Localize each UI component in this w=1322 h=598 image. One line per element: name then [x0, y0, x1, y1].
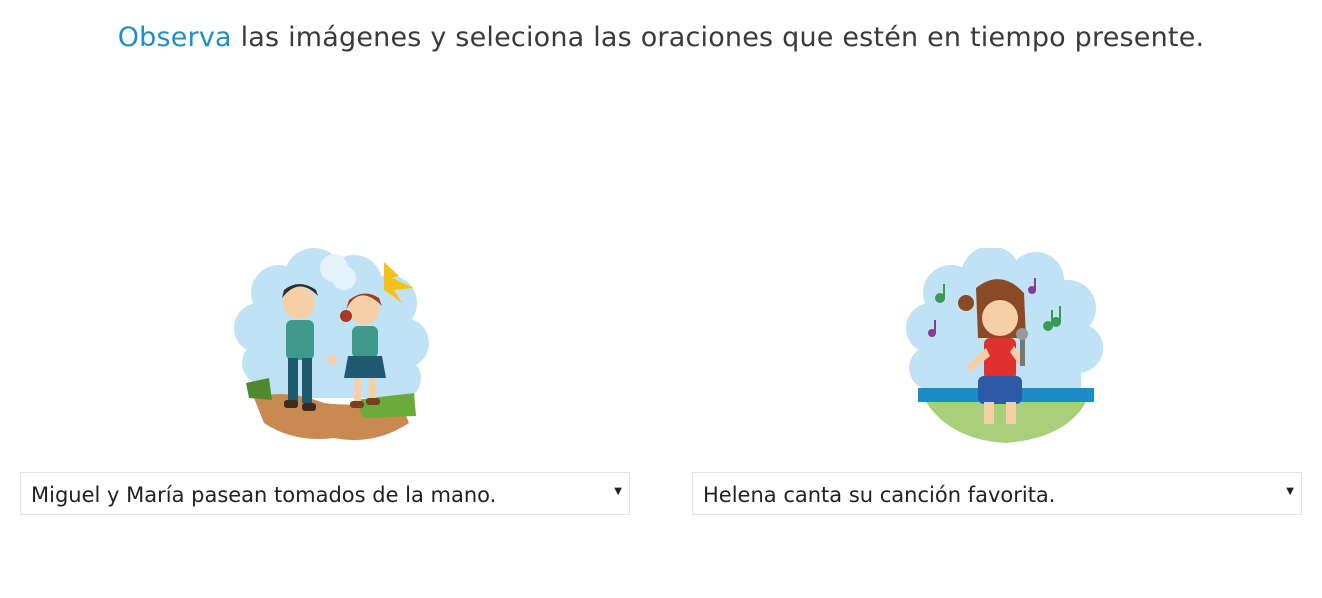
sentence-select[interactable]: Helena canta su canción favorita. ▼ [692, 472, 1302, 515]
dropdown-arrow-icon: ▼ [1286, 486, 1294, 497]
sentence-select[interactable]: Miguel y María pasean tomados de la mano… [20, 472, 630, 515]
instruction-text: Observa las imágenes y seleciona las ora… [0, 22, 1322, 53]
dropdown-arrow-icon: ▼ [614, 486, 622, 497]
instruction-rest: las imágenes y seleciona las oraciones q… [231, 22, 1205, 53]
girl-singing-illustration [906, 248, 1103, 443]
sentence-select-value: Helena canta su canción favorita. [703, 483, 1056, 507]
instruction-highlight: Observa [117, 22, 232, 53]
exercise-page: Observa las imágenes y seleciona las ora… [0, 0, 1322, 598]
sentence-select-value: Miguel y María pasean tomados de la mano… [31, 483, 497, 507]
children-walking-illustration [234, 248, 429, 441]
